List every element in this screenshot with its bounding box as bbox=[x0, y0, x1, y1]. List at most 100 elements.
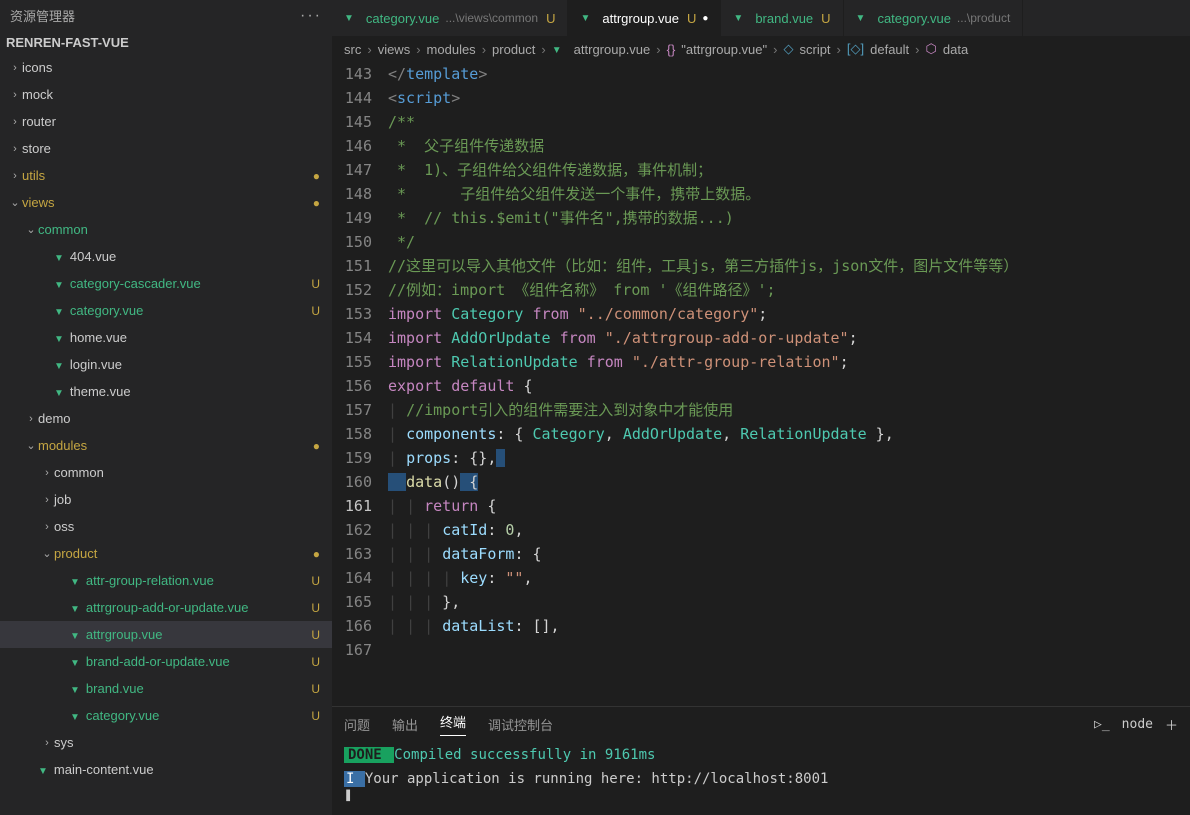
tree-item[interactable]: ›mock bbox=[0, 81, 332, 108]
breadcrumb[interactable]: src›views›modules›product›attrgroup.vue›… bbox=[332, 36, 1190, 62]
breadcrumb-item[interactable]: script bbox=[799, 42, 830, 57]
breadcrumb-item[interactable]: data bbox=[943, 42, 968, 57]
modified-dot-icon: ● bbox=[313, 169, 320, 183]
editor-tab[interactable]: brand.vueU bbox=[721, 0, 843, 36]
code-content[interactable]: </template><script>/** * 父子组件传递数据 * 1)、子… bbox=[388, 62, 1190, 706]
tab-label: brand.vue bbox=[755, 11, 813, 26]
module-symbol-icon: [◇] bbox=[847, 41, 864, 57]
tree-item[interactable]: category-cascader.vueU bbox=[0, 270, 332, 297]
breadcrumb-item[interactable]: attrgroup.vue bbox=[574, 42, 651, 57]
editor-tab[interactable]: category.vue...\product bbox=[844, 0, 1024, 36]
terminal-tab[interactable]: 问题 bbox=[344, 715, 370, 734]
more-icon[interactable]: ··· bbox=[300, 7, 322, 25]
terminal-body[interactable]: DONE Compiled successfully in 9161ms I Y… bbox=[332, 741, 1190, 815]
chevron-icon: › bbox=[40, 737, 54, 749]
tree-item[interactable]: main-content.vue bbox=[0, 756, 332, 783]
tree-item[interactable]: category.vueU bbox=[0, 702, 332, 729]
file-label: category-cascader.vue bbox=[70, 276, 201, 291]
chevron-icon: › bbox=[24, 413, 38, 425]
terminal-tab[interactable]: 输出 bbox=[392, 715, 418, 734]
terminal-shell-label[interactable]: node bbox=[1122, 717, 1153, 732]
tree-item[interactable]: attrgroup.vueU bbox=[0, 621, 332, 648]
tree-item[interactable]: ›sys bbox=[0, 729, 332, 756]
info-badge: I bbox=[344, 771, 365, 787]
terminal-tab[interactable]: 终端 bbox=[440, 712, 466, 736]
tree-item[interactable]: login.vue bbox=[0, 351, 332, 378]
chevron-icon: › bbox=[40, 521, 54, 533]
editor-tab[interactable]: category.vue...\views\commonU bbox=[332, 0, 568, 36]
tree-item[interactable]: ›store bbox=[0, 135, 332, 162]
file-label: common bbox=[38, 222, 88, 237]
terminal-shell-icon[interactable]: ▷_ bbox=[1094, 717, 1110, 732]
chevron-icon: › bbox=[8, 170, 22, 182]
tab-label: category.vue bbox=[877, 11, 950, 26]
tree-item[interactable]: brand-add-or-update.vueU bbox=[0, 648, 332, 675]
chevron-icon: ⌄ bbox=[8, 196, 22, 209]
tab-label: attrgroup.vue bbox=[602, 11, 679, 26]
tree-item[interactable]: attr-group-relation.vueU bbox=[0, 567, 332, 594]
chevron-icon: ⌄ bbox=[24, 223, 38, 236]
file-label: category.vue bbox=[86, 708, 159, 723]
tree-item[interactable]: ⌄modules● bbox=[0, 432, 332, 459]
file-label: router bbox=[22, 114, 56, 129]
line-gutter: 1431441451461471481491501511521531541551… bbox=[332, 62, 388, 706]
breadcrumb-item[interactable]: src bbox=[344, 42, 361, 57]
explorer-header: 资源管理器 ··· bbox=[0, 0, 332, 31]
tree-item[interactable]: ›oss bbox=[0, 513, 332, 540]
vue-file-icon bbox=[54, 277, 64, 291]
tree-item[interactable]: ›router bbox=[0, 108, 332, 135]
braces-icon: {} bbox=[667, 42, 676, 57]
file-label: login.vue bbox=[70, 357, 122, 372]
file-label: category.vue bbox=[70, 303, 143, 318]
vue-file-icon bbox=[54, 250, 64, 264]
breadcrumb-item[interactable]: views bbox=[378, 42, 411, 57]
tree-item[interactable]: ›job bbox=[0, 486, 332, 513]
editor-tab[interactable]: attrgroup.vueU● bbox=[568, 0, 721, 36]
new-terminal-icon[interactable]: ＋ bbox=[1165, 715, 1178, 734]
compile-message: Compiled successfully in 9161ms bbox=[394, 747, 655, 763]
file-label: demo bbox=[38, 411, 71, 426]
tree-item[interactable]: ⌄common bbox=[0, 216, 332, 243]
main-area: category.vue...\views\commonUattrgroup.v… bbox=[332, 0, 1190, 815]
tree-item[interactable]: ⌄views● bbox=[0, 189, 332, 216]
tree-item[interactable]: ›common bbox=[0, 459, 332, 486]
script-symbol-icon: ◇ bbox=[783, 41, 793, 57]
project-name[interactable]: RENREN-FAST-VUE bbox=[0, 31, 332, 54]
terminal-tab[interactable]: 调试控制台 bbox=[488, 715, 553, 734]
code-editor[interactable]: 1431441451461471481491501511521531541551… bbox=[332, 62, 1190, 706]
tree-item[interactable]: ›icons bbox=[0, 54, 332, 81]
breadcrumb-item[interactable]: modules bbox=[427, 42, 476, 57]
breadcrumb-item[interactable]: "attrgroup.vue" bbox=[681, 42, 767, 57]
tree-item[interactable]: theme.vue bbox=[0, 378, 332, 405]
breadcrumb-item[interactable]: default bbox=[870, 42, 909, 57]
tree-item[interactable]: 404.vue bbox=[0, 243, 332, 270]
file-label: theme.vue bbox=[70, 384, 131, 399]
run-message: Your application is running here: http:/… bbox=[365, 771, 829, 787]
method-symbol-icon: ⬡ bbox=[926, 41, 937, 57]
vue-file-icon bbox=[70, 601, 80, 615]
explorer-sidebar: 资源管理器 ··· RENREN-FAST-VUE ›icons›mock›ro… bbox=[0, 0, 332, 815]
vue-file-icon bbox=[344, 12, 354, 24]
file-label: attrgroup-add-or-update.vue bbox=[86, 600, 249, 615]
git-status-badge: U bbox=[311, 601, 320, 615]
git-status-badge: U bbox=[311, 682, 320, 696]
modified-dot-icon: ● bbox=[313, 439, 320, 453]
vue-file-icon bbox=[54, 304, 64, 318]
breadcrumb-item[interactable]: product bbox=[492, 42, 535, 57]
tree-item[interactable]: brand.vueU bbox=[0, 675, 332, 702]
tree-item[interactable]: home.vue bbox=[0, 324, 332, 351]
file-label: store bbox=[22, 141, 51, 156]
tree-item[interactable]: category.vueU bbox=[0, 297, 332, 324]
prompt-bracket: ❚ bbox=[344, 787, 1178, 803]
vue-file-icon bbox=[580, 12, 590, 24]
vue-file-icon bbox=[70, 628, 80, 642]
file-label: common bbox=[54, 465, 104, 480]
tree-item[interactable]: attrgroup-add-or-update.vue U bbox=[0, 594, 332, 621]
file-label: modules bbox=[38, 438, 87, 453]
vue-file-icon bbox=[54, 331, 64, 345]
chevron-icon: ⌄ bbox=[40, 547, 54, 560]
vue-file-icon bbox=[70, 682, 80, 696]
tree-item[interactable]: ›demo bbox=[0, 405, 332, 432]
tree-item[interactable]: ›utils● bbox=[0, 162, 332, 189]
tree-item[interactable]: ⌄product● bbox=[0, 540, 332, 567]
